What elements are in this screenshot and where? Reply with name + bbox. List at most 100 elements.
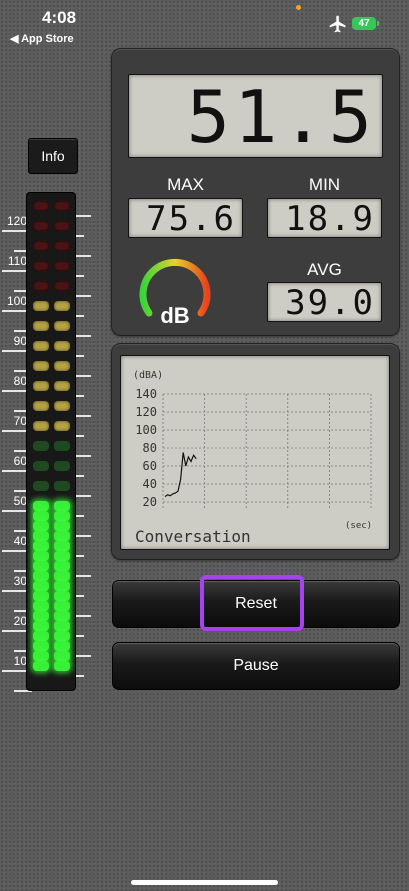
meter-led [33,221,49,231]
graph-caption: Conversation [135,527,251,546]
scale-tick [76,275,84,277]
meter-led [54,381,70,391]
meter-led [33,641,49,651]
y-tick-label: 60 [143,459,157,473]
meter-led [54,361,70,371]
pause-button[interactable]: Pause [112,642,400,690]
scale-label: 100 [6,294,27,308]
meter-led [33,301,49,311]
scale-label: 120 [6,214,27,228]
meter-led [54,401,70,411]
meter-led [54,571,70,581]
y-tick-label: 80 [143,441,157,455]
meter-led [54,611,70,621]
meter-led [33,241,49,251]
meter-led [33,571,49,581]
meter-led [54,441,70,451]
db-gauge-icon: dB [139,258,211,327]
info-button[interactable]: Info [28,138,78,174]
scale-tick [76,295,91,297]
scale-label: 30 [13,574,27,588]
meter-led [33,521,49,531]
scale-tick [76,315,84,317]
meter-led [54,461,70,471]
min-label: MIN [308,175,341,194]
scale-tick [76,615,91,617]
gauge-db-label: dB [160,303,189,327]
scale-tick [76,375,91,377]
meter-led [54,241,70,251]
scale-tick [76,555,84,557]
current-db-display: 51.5 [128,74,383,159]
meter-led [54,321,70,331]
y-tick-label: 140 [135,387,157,401]
meter-led [54,421,70,431]
reset-highlight-box [200,575,304,631]
meter-led [54,661,70,671]
meter-led [33,511,49,521]
scale-tick [76,495,91,497]
meter-led [54,621,70,631]
meter-led [54,301,70,311]
meter-led [54,261,70,271]
meter-led [54,591,70,601]
scale-label: 10 [13,654,27,668]
meter-led [33,601,49,611]
meter-led [54,481,70,491]
meter-led [33,631,49,641]
scale-tick [76,635,84,637]
scale-tick [76,335,91,337]
meter-led [33,501,49,511]
meter-led [33,321,49,331]
scale-label: 70 [13,414,27,428]
min-db-display: 18.9 [267,198,382,239]
clock: 4:08 [42,8,77,27]
meter-led [33,481,49,491]
meter-led [33,581,49,591]
meter-led [33,201,49,211]
meter-led [33,591,49,601]
meter-led [33,261,49,271]
y-tick-label: 120 [135,405,157,419]
meter-led [54,501,70,511]
meter-led [54,581,70,591]
meter-led [33,561,49,571]
scale-label: 80 [13,374,27,388]
meter-led [33,621,49,631]
meter-led [33,281,49,291]
meter-led [54,631,70,641]
meter-led [33,651,49,661]
scale-tick [76,235,84,237]
privacy-indicator-dot [296,5,301,10]
scale-tick [14,690,32,692]
scale-tick [76,655,91,657]
max-label: MAX [167,175,204,194]
meter-led [54,651,70,661]
scale-tick [76,415,91,417]
max-db-display: 75.6 [128,198,243,239]
battery-tip [377,21,379,26]
scale-label: 90 [13,334,27,348]
meter-led [54,551,70,561]
home-indicator[interactable] [131,880,278,885]
meter-led [54,601,70,611]
meter-led [54,561,70,571]
meter-led [54,221,70,231]
scale-tick [76,395,84,397]
meter-led [33,441,49,451]
scale-label: 20 [13,614,27,628]
meter-led [33,531,49,541]
meter-led [33,661,49,671]
scale-label: 40 [13,534,27,548]
y-tick-label: 100 [135,423,157,437]
battery-icon: 47 [352,17,376,30]
y-tick-label: 20 [143,495,157,509]
led-level-meter [27,193,75,690]
meter-led [33,551,49,561]
scale-label: 50 [13,494,27,508]
back-to-app-store-link[interactable]: ◀ App Store [10,32,74,45]
meter-led [33,341,49,351]
scale-tick [76,535,91,537]
graph-unit-bottom: (sec) [345,521,372,531]
scale-tick [76,355,84,357]
